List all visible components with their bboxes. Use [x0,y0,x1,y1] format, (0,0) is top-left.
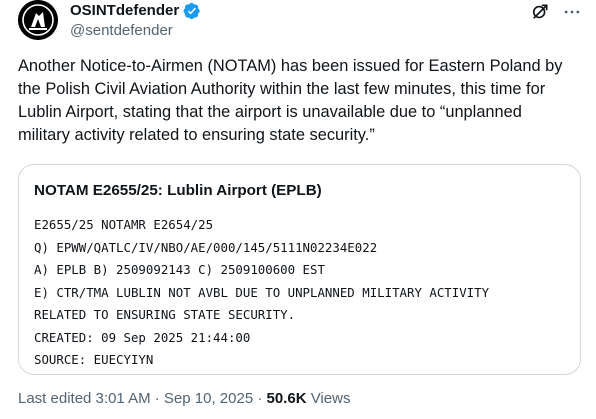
tweet-text: Another Notice-to-Airmen (NOTAM) has bee… [18,57,563,144]
grok-icon[interactable] [530,2,550,22]
notam-card[interactable]: NOTAM E2655/25: Lublin Airport (EPLB) E2… [18,164,581,375]
notam-line: SOURCE: EUECYIYN [34,352,154,367]
name-row: OSINTdefender [70,1,201,21]
display-name[interactable]: OSINTdefender [70,1,179,21]
card-title: NOTAM E2655/25: Lublin Airport (EPLB) [34,182,322,199]
notam-line: Q) EPWW/QATLC/IV/NBO/AE/000/145/5111N022… [34,239,378,255]
notam-line: E) CTR/TMA LUBLIN NOT AVBL DUE TO UNPLAN… [34,284,490,300]
notam-line: CREATED: 09 Sep 2025 21:44:00 [34,329,251,345]
views-count: 50.6K [266,390,307,407]
notam-line: RELATED TO ENSURING STATE SECURITY. [34,307,296,322]
more-icon[interactable] [562,2,582,22]
notam-line: A) EPLB B) 2509092143 C) 2509100600 EST [34,262,325,277]
handle[interactable]: @sentdefender [70,21,173,41]
verified-badge-icon [183,2,200,20]
notam-line: E2655/25 NOTAMR E2654/25 [34,217,214,232]
header-actions [530,2,582,22]
views-label: Views [306,390,351,407]
tweet-header: OSINTdefender @sentdefender [18,0,582,46]
notam-lines: E2655/25 NOTAMR E2654/25 Q) EPWW/QATLC/I… [34,214,489,372]
avatar-logo-icon [18,0,58,40]
avatar[interactable] [18,0,58,40]
tweet-footer: Last edited 3:01 AM · Sep 10, 2025 · 50.… [18,389,350,409]
edited-timestamp[interactable]: Last edited 3:01 AM · Sep 10, 2025 · [18,390,267,407]
